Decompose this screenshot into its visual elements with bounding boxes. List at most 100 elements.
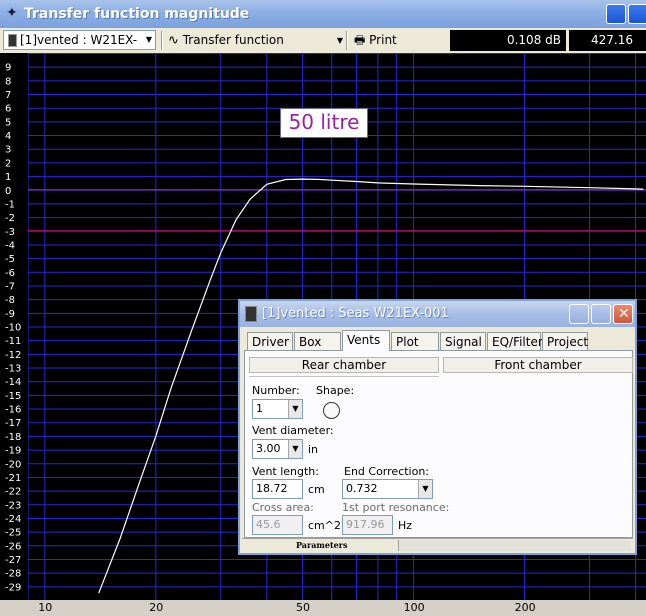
circle-shape-icon[interactable] (323, 402, 340, 419)
waveform-icon: ∿ (168, 33, 179, 48)
front-chamber-button[interactable]: Front chamber (443, 357, 633, 373)
window-title: Transfer function magnitude (24, 6, 250, 22)
y-tick-label: 6 (5, 104, 11, 115)
y-tick-label: -17 (5, 418, 21, 429)
tab-plot[interactable]: Plot (391, 332, 439, 350)
port-resonance-label: 1st port resonance: (342, 501, 450, 514)
dialog-minimize-button[interactable] (569, 304, 589, 324)
maximize-button[interactable] (628, 4, 646, 24)
tab-eq-filter[interactable]: EQ/Filter (487, 332, 543, 350)
vent-length-input[interactable]: 18.72 (252, 479, 303, 499)
cross-area-field: 45.6 (252, 515, 303, 535)
y-tick-label: 9 (5, 63, 11, 74)
y-tick-label: -29 (5, 582, 21, 593)
section-divider (249, 376, 439, 377)
app-icon: ✦ (6, 5, 18, 21)
vents-dialog: [1]vented : Seas W21EX-001 ✕ Driver Box … (238, 299, 637, 555)
y-tick-label: -24 (5, 514, 21, 525)
end-correction-value: 0.732 (346, 482, 378, 495)
chevron-down-icon: ▼ (145, 35, 152, 44)
toolbar: [1]vented : W21EX-001 ▼ ∿ Transfer funct… (0, 28, 646, 68)
tab-signal[interactable]: Signal (440, 332, 486, 350)
y-tick-label: -10 (5, 323, 21, 334)
y-tick-label: -1 (5, 199, 15, 210)
chevron-down-icon: ▼ (418, 480, 432, 498)
rear-chamber-button[interactable]: Rear chamber (249, 357, 439, 373)
x-tick-label: 50 (295, 601, 310, 614)
chevron-down-icon: ▼ (288, 440, 302, 458)
vent-diameter-select[interactable]: 3.00 ▼ (252, 439, 303, 459)
vent-length-unit: cm (308, 483, 325, 496)
y-tick-label: -22 (5, 487, 21, 498)
y-tick-label: -21 (5, 473, 21, 484)
minimize-button[interactable] (606, 4, 626, 24)
dialog-titlebar: [1]vented : Seas W21EX-001 ✕ (240, 301, 635, 327)
y-tick-label: -19 (5, 446, 21, 457)
number-select[interactable]: 1 ▼ (252, 399, 303, 419)
window-titlebar: ✦ Transfer function magnitude (0, 0, 646, 28)
y-tick-label: -28 (5, 569, 21, 580)
dialog-maximize-button[interactable] (591, 304, 611, 324)
y-tick-label: -26 (5, 541, 21, 552)
dialog-close-button[interactable]: ✕ (613, 304, 633, 324)
vent-diameter-unit: in (308, 443, 319, 456)
db-readout: 0.108 dB (450, 30, 566, 51)
end-correction-select[interactable]: 0.732 ▼ (342, 479, 433, 499)
toolbar-divider (346, 31, 348, 50)
dialog-status-bar: Parameters (242, 538, 633, 553)
y-tick-label: -9 (5, 309, 15, 320)
cross-area-unit: cm^2 (308, 519, 341, 532)
tab-box[interactable]: Box (294, 332, 341, 350)
vents-panel: Rear chamber Front chamber Number: Shape… (244, 350, 633, 538)
number-label: Number: (252, 384, 300, 397)
y-tick-label: 0 (5, 186, 11, 197)
chevron-down-icon: ▼ (288, 400, 302, 418)
y-tick-label: -23 (5, 500, 21, 511)
y-tick-label: -7 (5, 281, 15, 292)
y-tick-label: -14 (5, 377, 21, 388)
y-tick-label: -2 (5, 213, 15, 224)
y-tick-label: 5 (5, 117, 11, 128)
tab-project[interactable]: Project (542, 332, 588, 350)
y-tick-label: 8 (5, 76, 11, 87)
y-tick-label: -18 (5, 432, 21, 443)
y-tick-label: -4 (5, 240, 15, 251)
y-tick-label: -25 (5, 528, 21, 539)
chevron-down-icon: ▼ (336, 36, 343, 45)
y-tick-label: -6 (5, 268, 15, 279)
y-tick-label: -8 (5, 295, 15, 306)
port-resonance-field: 917.96 (342, 515, 393, 535)
close-icon: ✕ (618, 306, 630, 322)
x-tick-label: 10 (38, 601, 53, 614)
y-tick-label: -13 (5, 364, 21, 375)
vent-length-label: Vent length: (252, 465, 319, 478)
y-tick-label: 7 (5, 90, 11, 101)
dialog-title: [1]vented : Seas W21EX-001 (262, 306, 449, 321)
y-tick-label: -11 (5, 336, 21, 347)
print-button[interactable]: 🖶 Print (354, 31, 414, 51)
y-tick-label: -16 (5, 405, 21, 416)
x-axis-strip: 10 20 50 100 200 (0, 600, 646, 616)
print-label: Print (369, 33, 397, 47)
y-tick-label: -27 (5, 555, 21, 566)
hz-readout: 427.16 Hz (569, 30, 646, 68)
y-tick-label: -3 (5, 227, 15, 238)
port-resonance-unit: Hz (398, 519, 413, 532)
tab-driver[interactable]: Driver (247, 332, 293, 350)
y-tick-label: 4 (5, 131, 11, 142)
vent-diameter-value: 3.00 (256, 442, 281, 455)
tab-vents[interactable]: Vents (342, 330, 390, 351)
toolbar-divider (161, 31, 163, 50)
driver-select[interactable]: [1]vented : W21EX-001 ▼ (3, 30, 156, 65)
end-correction-label: End Correction: (344, 465, 430, 478)
x-tick-label: 200 (514, 601, 536, 614)
vent-diameter-label: Vent diameter: (252, 424, 334, 437)
y-tick-label: 3 (5, 145, 11, 156)
y-tick-label: -5 (5, 254, 15, 265)
annotation-label: 50 litre (280, 108, 368, 138)
cross-area-label: Cross area: (252, 501, 314, 514)
y-tick-label: -15 (5, 391, 21, 402)
view-select[interactable]: ∿ Transfer function magnitude ▼ (168, 31, 343, 66)
shape-label: Shape: (316, 384, 355, 397)
status-progress (398, 540, 631, 551)
